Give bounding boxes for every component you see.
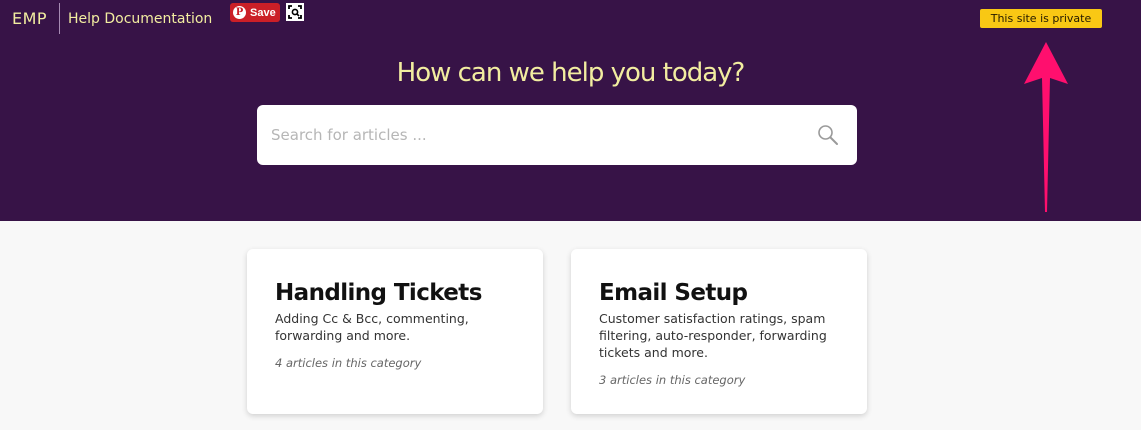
search-box — [257, 105, 857, 165]
lens-scan-icon — [288, 5, 302, 19]
category-card-handling-tickets[interactable]: Handling Tickets Adding Cc & Bcc, commen… — [247, 249, 543, 414]
hero-heading: How can we help you today? — [396, 58, 746, 88]
category-description: Customer satisfaction ratings, spam filt… — [599, 311, 827, 360]
brand-logo[interactable]: EMP — [12, 9, 47, 28]
lens-scan-button[interactable] — [286, 3, 304, 21]
search-input[interactable] — [257, 105, 797, 165]
category-title: Email Setup — [599, 280, 748, 306]
category-card-email-setup[interactable]: Email Setup Customer satisfaction rating… — [571, 249, 867, 414]
category-article-count: 3 articles in this category — [599, 373, 746, 387]
pinterest-save-button[interactable]: P Save — [230, 3, 280, 22]
site-title-link[interactable]: Help Documentation — [68, 11, 212, 27]
pinterest-icon: P — [233, 6, 246, 19]
search-icon[interactable] — [817, 124, 839, 146]
category-article-count: 4 articles in this category — [275, 356, 422, 370]
header-divider — [59, 3, 60, 34]
pinterest-save-label: Save — [250, 6, 276, 19]
private-site-badge: This site is private — [980, 9, 1102, 28]
category-description: Adding Cc & Bcc, commenting, forwarding … — [275, 311, 469, 343]
category-title: Handling Tickets — [275, 280, 482, 306]
